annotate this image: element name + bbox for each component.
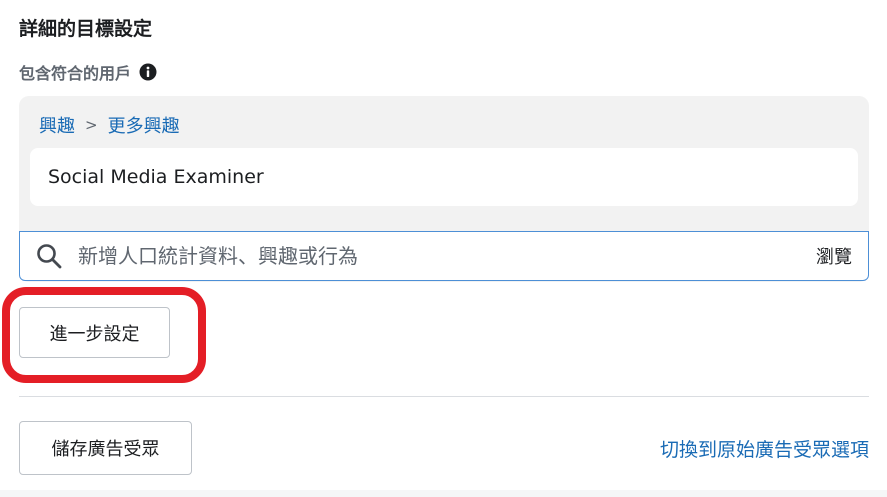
targeting-search-box[interactable]: 瀏覽 (19, 231, 869, 281)
selected-interest-item[interactable]: Social Media Examiner (30, 148, 858, 206)
include-label: 包含符合的用戶 (19, 64, 132, 83)
switch-to-original-audience-link[interactable]: 切換到原始廣告受眾選項 (660, 435, 869, 462)
browse-button[interactable]: 瀏覽 (816, 243, 852, 269)
section-title: 詳細的目標設定 (19, 18, 153, 40)
detailed-targeting-section: 詳細的目標設定 包含符合的用戶 興趣 > 更多興趣 Social Media E… (0, 0, 887, 497)
breadcrumb-separator: > (85, 116, 98, 134)
selected-interest-label: Social Media Examiner (48, 166, 264, 188)
breadcrumb-interests-link[interactable]: 興趣 (39, 112, 75, 138)
bottom-edge (0, 490, 887, 497)
info-icon[interactable] (139, 63, 157, 81)
include-row: 包含符合的用戶 (19, 60, 157, 84)
divider (19, 396, 869, 397)
search-icon (36, 243, 62, 269)
breadcrumb: 興趣 > 更多興趣 (39, 112, 180, 138)
advanced-settings-button[interactable]: 進一步設定 (19, 307, 170, 358)
save-audience-button[interactable]: 儲存廣告受眾 (19, 421, 192, 475)
breadcrumb-more-interests-link[interactable]: 更多興趣 (108, 112, 180, 138)
targeting-panel: 興趣 > 更多興趣 Social Media Examiner 瀏覽 (19, 96, 869, 282)
targeting-search-input[interactable] (76, 243, 780, 269)
